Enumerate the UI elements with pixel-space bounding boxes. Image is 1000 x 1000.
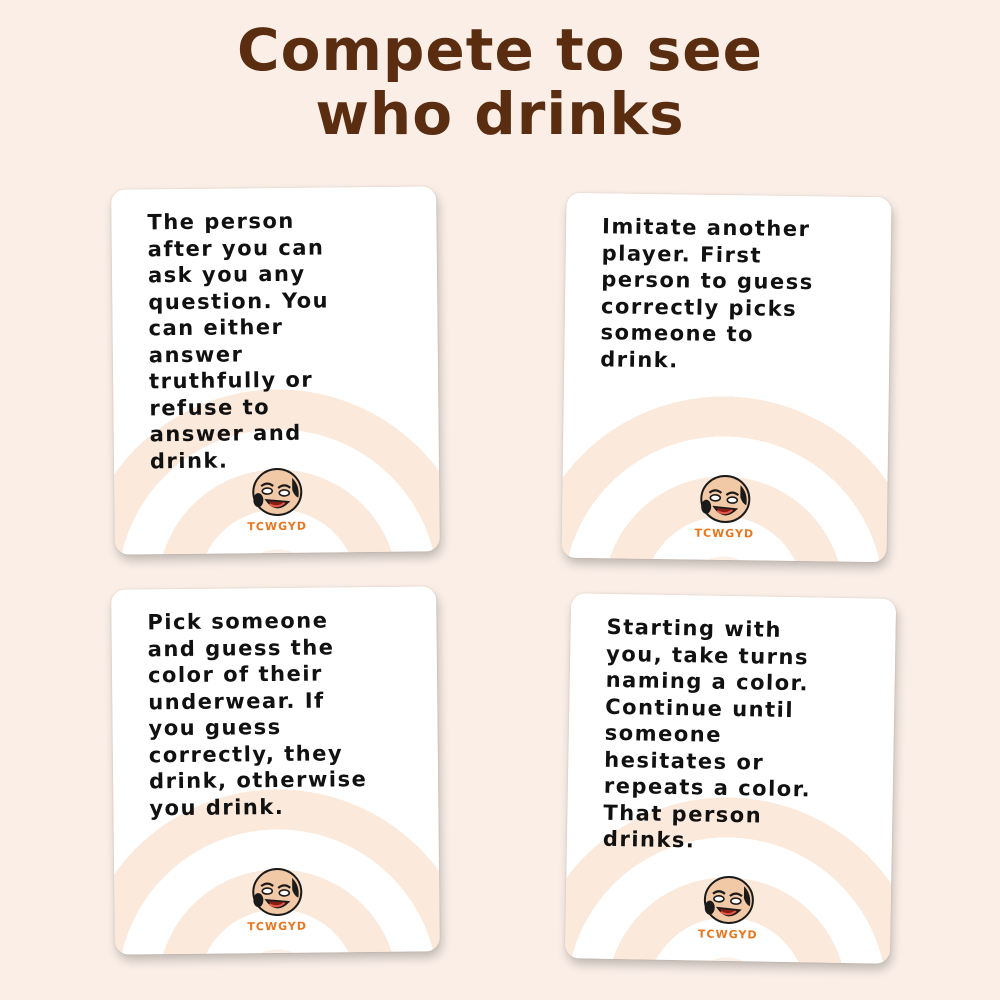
card-text-line: you guess (148, 714, 282, 741)
card-text-line: answer (148, 341, 244, 367)
card-text-line: person to guess (601, 267, 814, 295)
card-text-line: drinks. (602, 826, 696, 853)
card-logo: TCWGYD (683, 873, 774, 942)
card-text-line: can either (148, 314, 284, 341)
card-text-line: repeats a color. (603, 773, 812, 802)
card-text: Imitate another player. First person to gu… (600, 213, 867, 376)
card-text-line: answer and (149, 420, 302, 447)
headline-line-1: Compete to see (237, 16, 763, 84)
laughing-bald-face-icon (251, 867, 302, 916)
brand-label: TCWGYD (247, 919, 307, 934)
card-text-line: correctly, they (148, 740, 344, 767)
card-text-line: after you can (147, 234, 325, 261)
card-logo: TCWGYD (232, 466, 323, 534)
card-text: The person after you can ask you any questi… (147, 207, 415, 475)
brand-label: TCWGYD (247, 519, 307, 534)
card-text-line: drink, otherwise (148, 767, 368, 794)
card-text-line: someone (604, 720, 723, 747)
laughing-bald-face-icon (703, 875, 754, 924)
card-text-line: drink. (600, 346, 679, 372)
card-text-line: Starting with (606, 614, 783, 642)
headline: Compete to see who drinks (0, 18, 1000, 146)
card-text-line: question. You (148, 287, 330, 314)
card-text-line: you drink. (149, 794, 285, 820)
card-text-line: The person (147, 208, 295, 235)
card-text-line: truthfully or (148, 367, 314, 394)
card-text-line: player. First (601, 240, 763, 267)
game-card-4: Starting with you, take turns naming a col… (564, 593, 897, 964)
card-text-line: naming a color. (605, 667, 810, 696)
brand-label: TCWGYD (697, 927, 758, 942)
laughing-bald-face-icon (251, 467, 302, 516)
card-text-line: ask you any (147, 261, 306, 288)
card-text-line: refuse to (149, 394, 271, 420)
brand-label: TCWGYD (694, 526, 755, 541)
game-card-1: The person after you can ask you any questi… (111, 186, 440, 555)
game-card-2: Imitate another player. First person to gu… (561, 192, 892, 563)
card-text-line: color of their (147, 661, 323, 688)
card-text-line: underwear. If (148, 687, 325, 714)
game-card-3: Pick someone and guess the color of their u… (111, 586, 440, 955)
headline-line-2: who drinks (315, 80, 685, 148)
card-text-line: someone to (600, 320, 755, 347)
laughing-bald-face-icon (699, 474, 750, 523)
card-text: Starting with you, take turns naming a col… (603, 614, 872, 857)
card-text: Pick someone and guess the color of their u… (147, 607, 414, 822)
card-logo: TCWGYD (232, 866, 323, 934)
card-text-line: and guess the (147, 634, 335, 661)
card-text-line: Pick someone (147, 608, 329, 635)
card-logo: TCWGYD (679, 472, 770, 540)
card-text-line: correctly picks (600, 293, 798, 321)
card-text-line: Imitate another (601, 214, 811, 242)
